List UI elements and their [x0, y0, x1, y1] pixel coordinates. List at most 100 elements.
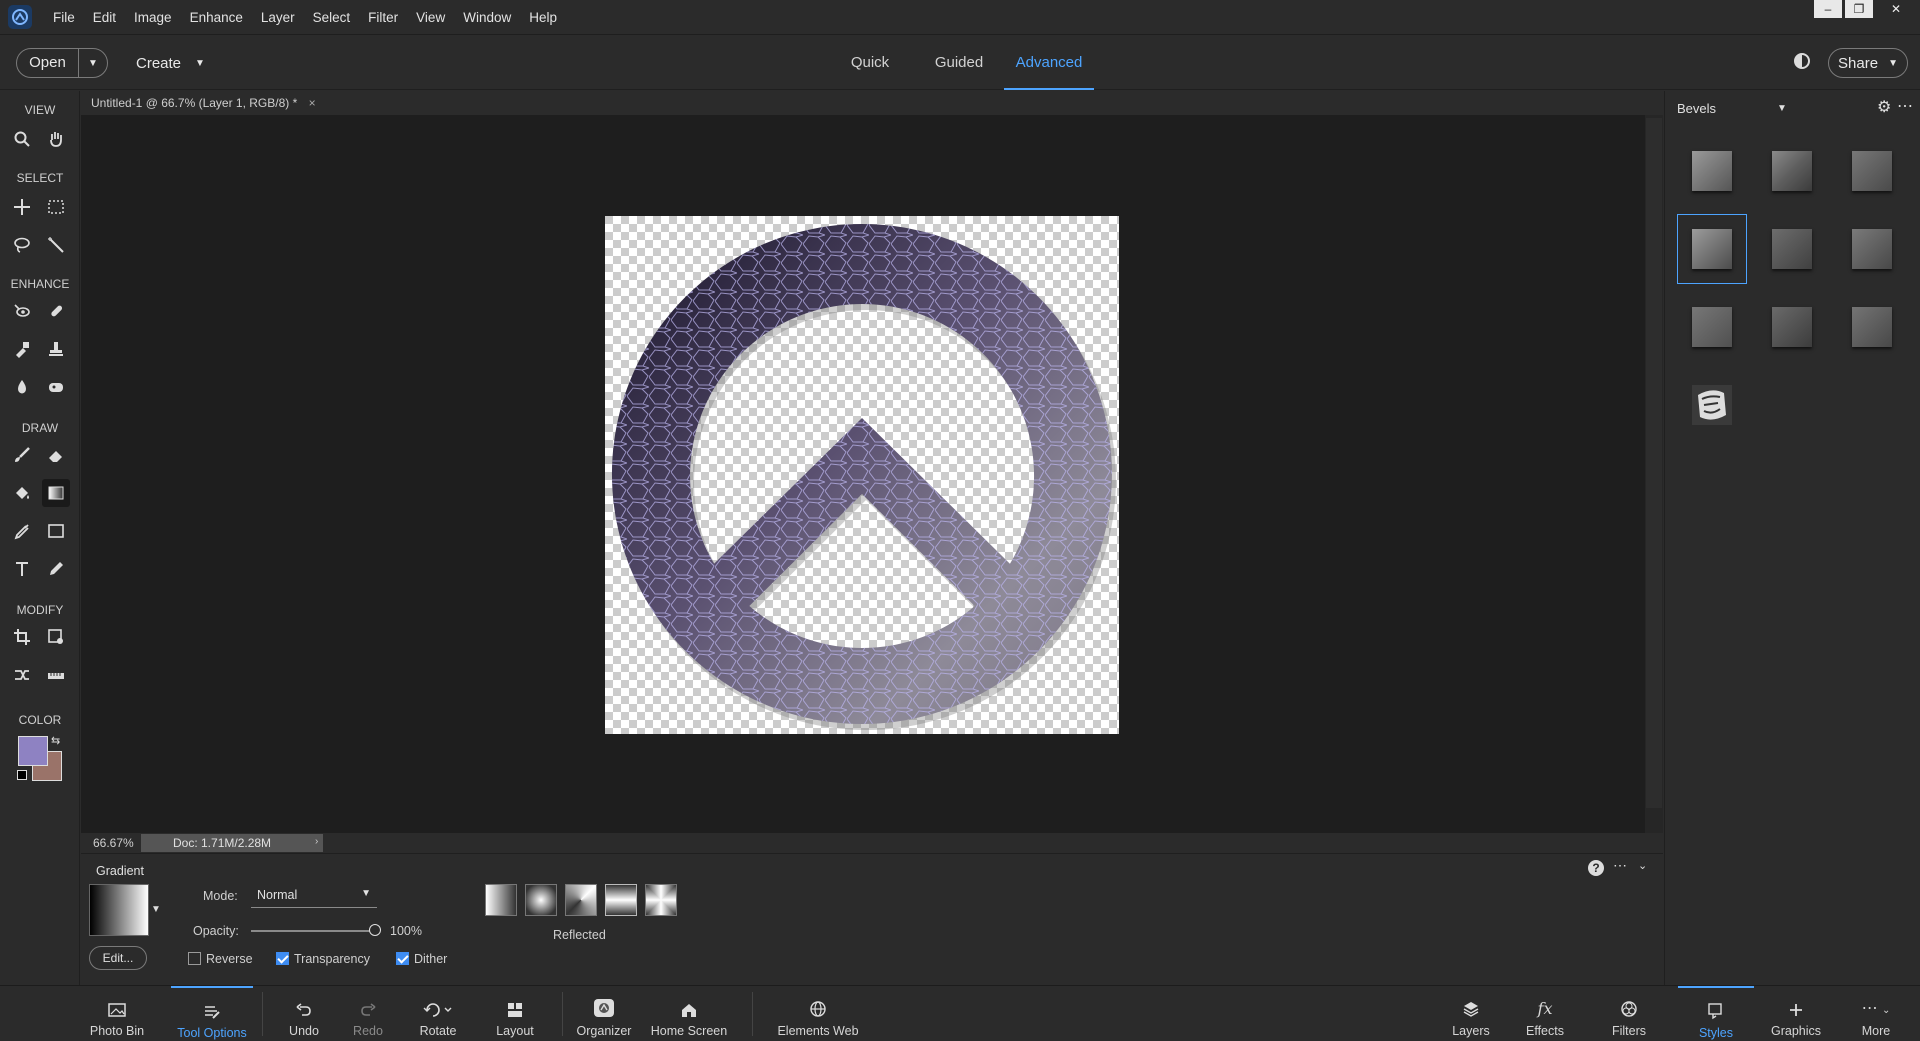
style-thumbnail-selected[interactable] — [1677, 214, 1747, 284]
style-thumbnail-pattern[interactable] — [1677, 370, 1747, 440]
swap-colors-icon[interactable]: ⇆ — [51, 734, 60, 747]
shape-tool-icon[interactable] — [42, 517, 70, 545]
zoom-level[interactable]: 66.67% — [93, 836, 134, 850]
gradient-preview[interactable] — [89, 884, 149, 936]
edit-gradient-button[interactable]: Edit... — [89, 946, 147, 970]
photo-bin-button[interactable]: Photo Bin — [84, 986, 150, 1041]
menu-edit[interactable]: Edit — [84, 10, 125, 25]
gradient-diamond-button[interactable] — [645, 884, 677, 916]
chevron-right-icon[interactable]: › — [315, 836, 318, 847]
menu-image[interactable]: Image — [125, 10, 181, 25]
home-screen-button[interactable]: Home Screen — [648, 986, 730, 1041]
chevron-down-icon[interactable]: ▼ — [79, 58, 107, 69]
style-category-dropdown[interactable]: Bevels ▼ — [1677, 97, 1787, 121]
opacity-slider-handle[interactable] — [369, 924, 381, 936]
default-colors-icon[interactable] — [17, 770, 27, 780]
chevron-down-icon[interactable]: ▼ — [151, 904, 161, 915]
style-thumbnail[interactable] — [1837, 136, 1907, 206]
recompose-tool-icon[interactable] — [42, 623, 70, 651]
gradient-tool-icon[interactable] — [42, 479, 70, 507]
restore-button[interactable]: ❐ — [1845, 0, 1873, 18]
zoom-tool-icon[interactable] — [8, 125, 36, 153]
document-tab[interactable]: Untitled-1 @ 66.7% (Layer 1, RGB/8) * × — [81, 91, 326, 115]
canvas-area[interactable] — [81, 115, 1645, 833]
content-aware-move-tool-icon[interactable] — [8, 661, 36, 689]
effects-button[interactable]: fx Effects — [1518, 986, 1572, 1041]
graphics-button[interactable]: Graphics — [1766, 986, 1826, 1041]
brush-tool-icon[interactable] — [8, 441, 36, 469]
sponge-tool-icon[interactable] — [42, 373, 70, 401]
style-thumbnail[interactable] — [1837, 292, 1907, 362]
clone-stamp-tool-icon[interactable] — [42, 335, 70, 363]
hand-tool-icon[interactable] — [42, 125, 70, 153]
pencil-tool-icon[interactable] — [42, 555, 70, 583]
gradient-reflected-button[interactable] — [605, 884, 637, 916]
theme-toggle-icon[interactable] — [1794, 53, 1810, 69]
straighten-tool-icon[interactable] — [42, 661, 70, 689]
close-window-button[interactable]: ✕ — [1876, 0, 1916, 18]
help-icon[interactable]: ? — [1588, 860, 1604, 876]
layout-button[interactable]: Layout — [486, 986, 544, 1041]
filters-button[interactable]: Filters — [1602, 986, 1656, 1041]
style-thumbnail[interactable] — [1757, 214, 1827, 284]
smart-brush-tool-icon[interactable] — [8, 335, 36, 363]
eyedropper-tool-icon[interactable] — [8, 517, 36, 545]
menu-file[interactable]: File — [44, 10, 84, 25]
gradient-linear-button[interactable] — [485, 884, 517, 916]
menu-layer[interactable]: Layer — [252, 10, 304, 25]
style-thumbnail[interactable] — [1677, 136, 1747, 206]
style-thumbnail[interactable] — [1757, 136, 1827, 206]
redo-button[interactable]: Redo — [342, 986, 394, 1041]
paint-bucket-tool-icon[interactable] — [8, 479, 36, 507]
mode-dropdown[interactable]: Normal ▼ — [251, 884, 377, 908]
collapse-chevron-icon[interactable]: ⌄ — [1638, 859, 1647, 872]
gradient-radial-button[interactable] — [525, 884, 557, 916]
tab-guided[interactable]: Guided — [924, 35, 994, 90]
menu-enhance[interactable]: Enhance — [181, 10, 252, 25]
minimize-button[interactable]: – — [1814, 0, 1842, 18]
eraser-tool-icon[interactable] — [42, 441, 70, 469]
healing-brush-tool-icon[interactable] — [42, 297, 70, 325]
red-eye-tool-icon[interactable] — [8, 297, 36, 325]
style-thumbnail[interactable] — [1677, 292, 1747, 362]
style-thumbnail[interactable] — [1757, 292, 1827, 362]
menu-help[interactable]: Help — [520, 10, 566, 25]
dither-checkbox[interactable] — [396, 952, 409, 965]
menu-select[interactable]: Select — [304, 10, 360, 25]
tool-options-button[interactable]: Tool Options — [171, 986, 253, 1041]
rotate-button[interactable]: Rotate — [408, 986, 468, 1041]
marquee-tool-icon[interactable] — [42, 193, 70, 221]
tab-quick[interactable]: Quick — [840, 35, 900, 90]
more-options-icon[interactable]: ⋯ — [1897, 96, 1913, 116]
opacity-slider-track[interactable] — [251, 930, 375, 932]
move-tool-icon[interactable] — [8, 193, 36, 221]
create-button[interactable]: Create ▼ — [136, 48, 205, 78]
blur-tool-icon[interactable] — [8, 373, 36, 401]
reverse-checkbox[interactable] — [188, 952, 201, 965]
more-options-icon[interactable]: ⋯ — [1613, 857, 1627, 874]
lasso-tool-icon[interactable] — [8, 231, 36, 259]
elements-web-button[interactable]: Elements Web — [772, 986, 864, 1041]
close-tab-icon[interactable]: × — [309, 96, 316, 110]
styles-button[interactable]: Styles — [1678, 986, 1754, 1041]
app-logo-icon[interactable] — [8, 5, 32, 29]
gradient-angle-button[interactable] — [565, 884, 597, 916]
tab-advanced[interactable]: Advanced — [1004, 35, 1094, 90]
layers-button[interactable]: Layers — [1444, 986, 1498, 1041]
style-thumbnail[interactable] — [1837, 214, 1907, 284]
magic-wand-tool-icon[interactable] — [42, 231, 70, 259]
foreground-color-swatch[interactable] — [18, 736, 48, 766]
organizer-button[interactable]: Organizer — [572, 986, 636, 1041]
image-canvas[interactable] — [605, 216, 1119, 734]
transparency-checkbox[interactable] — [276, 952, 289, 965]
undo-button[interactable]: Undo — [278, 986, 330, 1041]
type-tool-icon[interactable] — [8, 555, 36, 583]
crop-tool-icon[interactable] — [8, 623, 36, 651]
more-button[interactable]: ⋯ ⌄ More — [1846, 986, 1906, 1041]
share-button[interactable]: Share ▼ — [1828, 48, 1908, 78]
canvas-scroll-thumb[interactable] — [1646, 118, 1662, 808]
menu-window[interactable]: Window — [454, 10, 520, 25]
open-button[interactable]: Open ▼ — [16, 48, 108, 78]
menu-view[interactable]: View — [407, 10, 454, 25]
menu-filter[interactable]: Filter — [359, 10, 407, 25]
